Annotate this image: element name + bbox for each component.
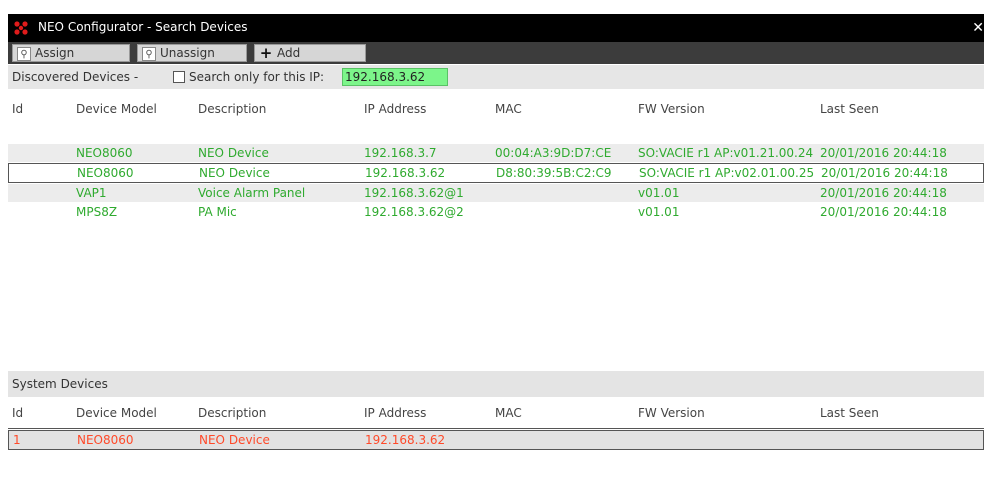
cell-description: NEO Device [199,433,270,447]
cell-fw-version: SO:VACIE r1 AP:v02.01.00.25 [639,166,815,180]
unassign-label: Unassign [160,46,215,60]
table-row[interactable]: VAP1 Voice Alarm Panel 192.168.3.62@1 v0… [8,184,984,202]
assign-label: Assign [35,46,75,60]
cell-fw-version: v01.01 [638,186,680,200]
col-description: Description [198,102,267,116]
cell-ip-address: 192.168.3.62 [365,433,446,447]
add-label: Add [277,46,301,60]
col-last-seen: Last Seen [820,102,879,116]
cell-fw-version: SO:VACIE r1 AP:v01.21.00.24 [638,146,814,160]
cell-last-seen: 20/01/2016 20:44:18 [820,186,947,200]
plus-icon: + [259,43,273,62]
cell-description: NEO Device [198,146,269,160]
system-devices-title: System Devices [12,377,108,391]
table-row[interactable]: 1 NEO8060 NEO Device 192.168.3.62 [8,430,984,450]
col-device-model: Device Model [76,102,157,116]
cell-mac: D8:80:39:5B:C2:C9 [496,166,612,180]
system-table-header: Id Device Model Description IP Address M… [8,398,984,428]
cell-id: 1 [13,433,21,447]
add-button[interactable]: + Add [254,44,366,62]
search-only-ip-label: Search only for this IP: [189,70,325,84]
col-fw-version: FW Version [638,102,705,116]
table-row[interactable]: MPS8Z PA Mic 192.168.3.62@2 v01.01 20/01… [8,203,984,221]
cell-description: NEO Device [199,166,270,180]
cell-device-model: NEO8060 [77,433,134,447]
discovered-table-header: Id Device Model Description IP Address M… [8,94,984,124]
cell-description: Voice Alarm Panel [198,186,306,200]
col-last-seen: Last Seen [820,406,879,420]
ip-input[interactable]: 192.168.3.62 [342,68,448,86]
unassign-button[interactable]: ⚲ Unassign [137,44,247,62]
divider [8,428,984,429]
system-devices-header: System Devices [8,371,984,397]
table-row[interactable]: NEO8060 NEO Device 192.168.3.7 00:04:A3:… [8,144,984,162]
col-id: Id [12,102,24,116]
discovered-devices-label: Discovered Devices - [12,70,139,84]
cell-fw-version: v01.01 [638,205,680,219]
neo-logo-icon [14,21,28,35]
cell-device-model: MPS8Z [76,205,118,219]
col-ip-address: IP Address [364,406,427,420]
assign-button[interactable]: ⚲ Assign [12,44,130,62]
cell-last-seen: 20/01/2016 20:44:18 [821,166,948,180]
cell-last-seen: 20/01/2016 20:44:18 [820,205,947,219]
cell-ip-address: 192.168.3.62@2 [364,205,464,219]
col-mac: MAC [495,406,522,420]
title-bar: NEO Configurator - Search Devices ✕ [8,14,984,42]
col-id: Id [12,406,24,420]
unlink-icon: ⚲ [142,46,156,61]
cell-device-model: VAP1 [76,186,107,200]
col-ip-address: IP Address [364,102,427,116]
col-mac: MAC [495,102,522,116]
toolbar: ⚲ Assign ⚲ Unassign + Add [8,42,984,64]
col-device-model: Device Model [76,406,157,420]
cell-last-seen: 20/01/2016 20:44:18 [820,146,947,160]
search-bar: Discovered Devices - Search only for thi… [8,65,984,89]
cell-ip-address: 192.168.3.7 [364,146,437,160]
cell-ip-address: 192.168.3.62 [365,166,446,180]
window-title: NEO Configurator - Search Devices [38,20,248,34]
cell-description: PA Mic [198,205,237,219]
cell-ip-address: 192.168.3.62@1 [364,186,464,200]
search-only-ip-checkbox[interactable] [173,71,185,83]
cell-device-model: NEO8060 [76,146,133,160]
cell-mac: 00:04:A3:9D:D7:CE [495,146,612,160]
col-fw-version: FW Version [638,406,705,420]
close-icon[interactable]: ✕ [972,20,984,36]
table-row[interactable]: NEO8060 NEO Device 192.168.3.62 D8:80:39… [8,163,984,183]
search-devices-window: NEO Configurator - Search Devices ✕ ⚲ Ass… [8,14,984,483]
link-icon: ⚲ [17,46,31,61]
col-description: Description [198,406,267,420]
cell-device-model: NEO8060 [77,166,134,180]
